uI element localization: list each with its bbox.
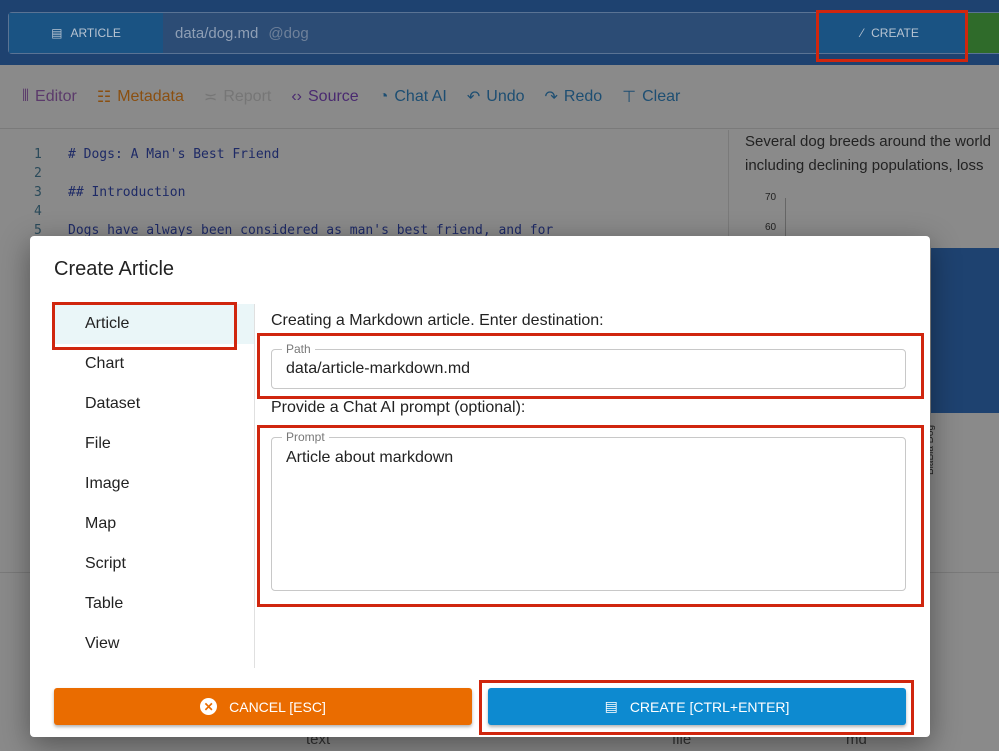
save-button[interactable] <box>967 13 999 53</box>
type-dataset[interactable]: Dataset <box>54 384 254 424</box>
chat-ai-icon: ◔ <box>378 87 389 105</box>
undo-icon: ↶ <box>466 88 481 106</box>
toolbar-redo-button[interactable]: ↷ Redo <box>545 87 603 107</box>
sliders-icon: ☷ <box>96 88 112 106</box>
chart-bar <box>931 248 999 413</box>
toolbar-report-button[interactable]: ≍ Report <box>204 87 271 107</box>
type-map[interactable]: Map <box>54 504 254 544</box>
toolbar-chat-ai-button[interactable]: ◔ Chat AI <box>379 88 447 106</box>
toolbar-undo-button[interactable]: ↶ Undo <box>467 87 525 107</box>
code-line: ## Introduction <box>68 185 186 200</box>
type-list: Article Chart Dataset File Image Map Script Tab… <box>54 304 255 668</box>
type-table[interactable]: Table <box>54 584 254 624</box>
clear-format-icon: ⊤ <box>622 88 637 106</box>
editor-icon: ⦀ <box>22 87 30 105</box>
y-tick: 70 <box>765 192 777 203</box>
type-view[interactable]: View <box>54 624 254 664</box>
editor-toolbar: ⦀ Editor ☷ Metadata ≍ Report ‹› Source ◔ Chat AI ↶… <box>0 65 999 129</box>
highlight-article <box>52 302 237 350</box>
article-icon: ▤ <box>51 26 63 40</box>
dialog-title: Create Article <box>54 258 175 280</box>
type-chart[interactable]: Chart <box>54 344 254 384</box>
type-script[interactable]: Script <box>54 544 254 584</box>
toolbar-editor-button[interactable]: ⦀ Editor <box>22 88 77 106</box>
redo-icon: ↷ <box>544 88 558 106</box>
code-line: # Dogs: A Man's Best Friend <box>68 147 280 162</box>
line-number: 4 <box>34 204 42 219</box>
line-number: 2 <box>34 166 42 181</box>
preview-text: Several dog breeds around the world <box>745 133 991 150</box>
y-tick: 60 <box>765 222 777 233</box>
highlight-create <box>816 10 968 62</box>
highlight-prompt <box>257 425 924 607</box>
report-icon: ≍ <box>203 88 218 106</box>
destination-label: Creating a Markdown article. Enter desti… <box>271 312 604 329</box>
toolbar-clear-button[interactable]: ⊤ Clear <box>622 87 680 107</box>
code-icon: ‹› <box>291 87 302 105</box>
preview-text: including declining populations, loss <box>745 157 984 174</box>
toolbar-metadata-button[interactable]: ☷ Metadata <box>97 87 184 107</box>
toolbar-source-button[interactable]: ‹› Source <box>291 88 358 106</box>
line-number: 1 <box>34 147 42 162</box>
type-image[interactable]: Image <box>54 464 254 504</box>
highlight-path <box>257 333 924 399</box>
highlight-create-confirm <box>479 680 914 735</box>
cancel-button[interactable]: ✕ CANCEL [ESC] <box>54 688 472 725</box>
line-number: 3 <box>34 185 42 200</box>
prompt-label: Provide a Chat AI prompt (optional): <box>271 399 526 416</box>
article-type-button[interactable]: ▤ ARTICLE <box>9 13 163 53</box>
close-circle-icon: ✕ <box>200 698 218 715</box>
type-file[interactable]: File <box>54 424 254 464</box>
